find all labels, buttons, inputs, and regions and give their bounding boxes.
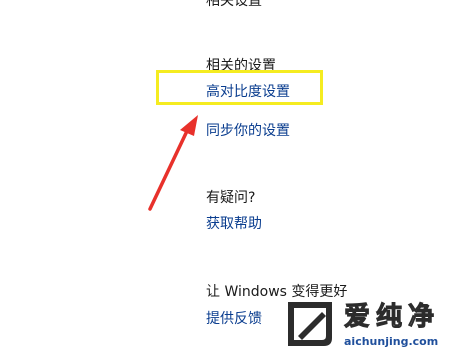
sync-settings-link[interactable]: 同步你的设置 bbox=[206, 120, 290, 140]
watermark-url: aichunjing.com bbox=[344, 335, 439, 348]
help-heading: 有疑问? bbox=[206, 190, 256, 206]
watermark-name: 爱纯净 bbox=[343, 302, 441, 333]
give-feedback-link[interactable]: 提供反馈 bbox=[206, 308, 262, 328]
watermark: 爱纯净 aichunjing.com bbox=[282, 296, 468, 354]
cut-off-heading: 相关设置 bbox=[206, 0, 262, 9]
get-help-link[interactable]: 获取帮助 bbox=[206, 213, 262, 233]
settings-page: 相关设置 相关的设置 高对比度设置 同步你的设置 有疑问? 获取帮助 让 Win… bbox=[0, 0, 468, 354]
high-contrast-settings-link[interactable]: 高对比度设置 bbox=[206, 81, 290, 101]
watermark-logo-icon bbox=[288, 302, 332, 346]
